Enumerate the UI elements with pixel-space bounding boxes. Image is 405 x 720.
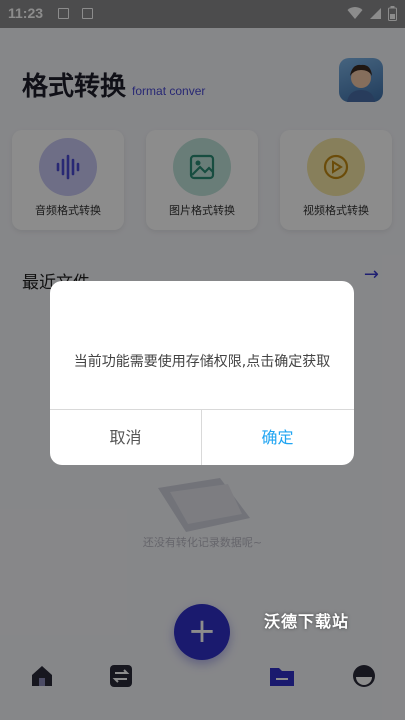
watermark-text: 沃德下载站 [264, 612, 350, 631]
permission-dialog: 当前功能需要使用存储权限,点击确定获取 取消 确定 [50, 281, 354, 465]
confirm-button[interactable]: 确定 [202, 410, 353, 465]
cancel-button[interactable]: 取消 [50, 410, 201, 465]
dialog-message: 当前功能需要使用存储权限,点击确定获取 [73, 354, 331, 370]
